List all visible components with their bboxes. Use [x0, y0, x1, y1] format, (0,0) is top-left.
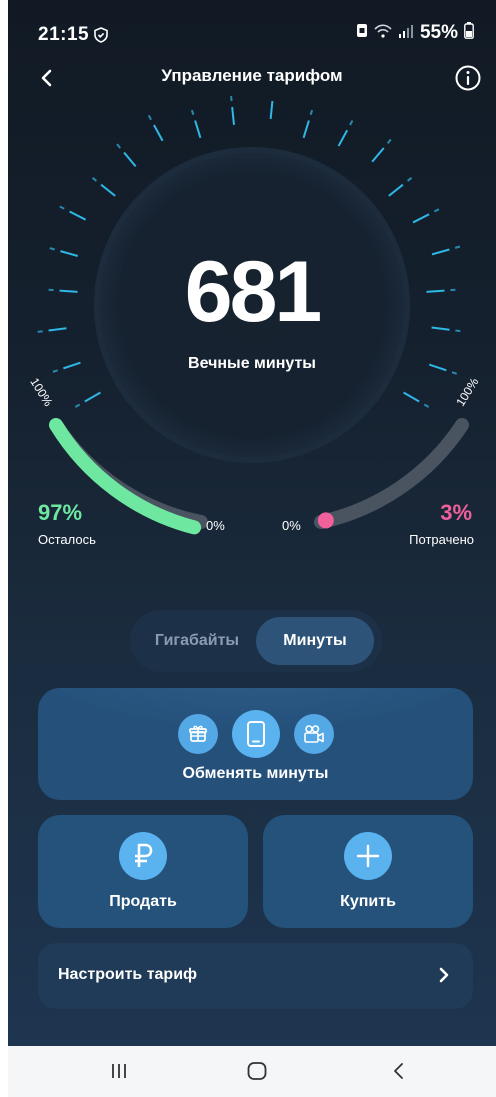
home-icon[interactable] [246, 1060, 268, 1087]
gauge-tick [69, 210, 87, 221]
system-navigation-bar [8, 1046, 496, 1097]
gauge-tick-dot [91, 177, 98, 182]
video-icon [293, 714, 334, 754]
gauge-tick [388, 183, 404, 197]
status-bar: 21:15 55% [8, 18, 496, 54]
spent-percent: 3% [440, 500, 472, 525]
gauge-tick [412, 213, 430, 224]
plus-icon [344, 832, 392, 880]
sell-button[interactable]: Продать [38, 815, 248, 928]
phone-icon [231, 710, 280, 758]
gauge-tick-dot [349, 120, 354, 126]
back-nav-icon[interactable] [388, 1060, 410, 1087]
configure-tariff-row[interactable]: Настроить тариф [38, 943, 473, 1009]
gauge-tick-dot [406, 177, 413, 182]
buy-button[interactable]: Купить [263, 815, 473, 928]
spent-caption: Потрачено [409, 532, 474, 547]
signal-icon [398, 24, 414, 43]
minutes-label: Вечные минуты [188, 355, 316, 372]
gauge-tick [84, 391, 101, 403]
gauge-tick-dot [190, 109, 195, 116]
page-title: Управление тарифом [161, 66, 343, 85]
battery-icon [464, 22, 474, 44]
gauge-tick-dot [74, 403, 81, 408]
gauge-tick-dot [386, 138, 392, 145]
recent-apps-icon[interactable] [108, 1060, 130, 1087]
remaining-caption: Осталось [38, 532, 96, 547]
app-screen: 21:15 55% Управление тарифом 681 Вечные … [8, 0, 496, 1046]
exchange-minutes-card[interactable]: Обменять минуты [38, 688, 473, 800]
gauge-tick [269, 100, 274, 120]
gauge-tick [100, 183, 116, 197]
gauge-tick [302, 120, 310, 139]
tab-gigabytes[interactable]: Гигабайты [138, 617, 256, 665]
tab-minutes[interactable]: Минуты [256, 617, 374, 665]
buy-label: Купить [340, 893, 396, 910]
sell-label: Продать [109, 893, 177, 910]
exchange-icons [38, 710, 473, 758]
exchange-minutes-label: Обменять минуты [182, 765, 329, 782]
status-time: 21:15 [38, 24, 90, 45]
spent-min-label: 0% [282, 518, 301, 533]
gauge-tick [123, 151, 137, 167]
gauge-tick-dot [116, 143, 121, 149]
top-app-bar: Управление тарифом [8, 60, 496, 96]
wifi-icon [374, 23, 392, 43]
gauge-tick [194, 120, 202, 139]
gauge-tick [231, 106, 235, 125]
unit-toggle: Гигабайты Минуты [130, 610, 382, 672]
gauge-tick [371, 147, 385, 163]
gift-icon [177, 714, 218, 754]
chevron-right-icon [437, 964, 451, 991]
configure-tariff-label: Настроить тариф [58, 966, 198, 983]
remaining-percent: 97% [38, 500, 83, 525]
battery-percent: 55% [419, 22, 458, 43]
sim-icon [356, 23, 368, 43]
gauge-tick-dot [309, 109, 314, 116]
minutes-value: 681 [184, 244, 323, 340]
gauge-tick [153, 124, 164, 142]
ruble-icon [119, 832, 167, 880]
spent-indicator [317, 512, 334, 529]
gauge-tick-dot [433, 208, 440, 213]
minutes-gauge: 681 Вечные минуты 97% Осталось 3% Потрач… [8, 95, 496, 565]
gauge-tick [403, 391, 420, 403]
gauge-tick [337, 129, 349, 147]
shield-icon [94, 27, 108, 48]
gauge-tick-dot [59, 205, 65, 210]
remaining-min-label: 0% [206, 518, 225, 533]
gauge-tick-dot [423, 403, 430, 408]
info-icon[interactable] [454, 64, 482, 92]
gauge-tick-dot [147, 114, 152, 121]
